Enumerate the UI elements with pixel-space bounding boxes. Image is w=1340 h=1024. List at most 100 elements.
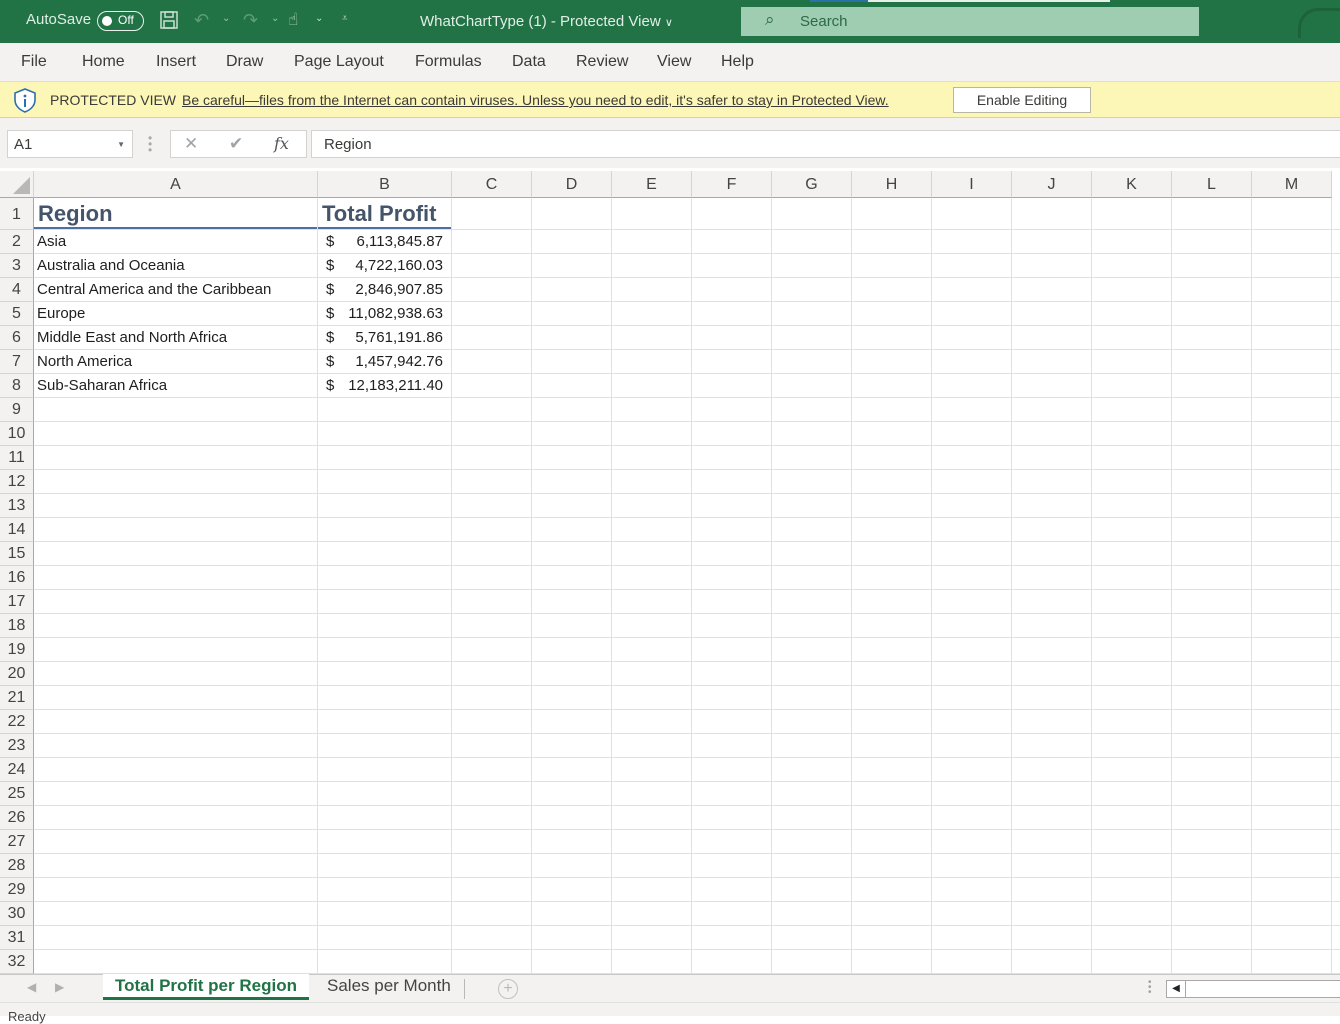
cell-a1-region-header[interactable]: Region — [38, 201, 113, 227]
row-header-2[interactable]: 2 — [0, 230, 34, 254]
row-header-11[interactable]: 11 — [0, 446, 34, 470]
row-header-6[interactable]: 6 — [0, 326, 34, 350]
column-header-b[interactable]: B — [318, 171, 452, 198]
cell-total-profit[interactable]: $11,082,938.63 — [326, 305, 443, 323]
row-header-1[interactable]: 1 — [0, 198, 34, 230]
row-header-25[interactable]: 25 — [0, 782, 34, 806]
formula-input[interactable]: Region — [311, 130, 1340, 158]
row-header-20[interactable]: 20 — [0, 662, 34, 686]
row-header-30[interactable]: 30 — [0, 902, 34, 926]
enable-editing-button[interactable]: Enable Editing — [953, 87, 1091, 113]
row-header-19[interactable]: 19 — [0, 638, 34, 662]
scroll-left-icon[interactable]: ◀ — [1167, 981, 1186, 997]
tab-help[interactable]: Help — [721, 53, 754, 71]
row-header-26[interactable]: 26 — [0, 806, 34, 830]
tab-home[interactable]: Home — [82, 53, 125, 71]
row-header-22[interactable]: 22 — [0, 710, 34, 734]
row-header-23[interactable]: 23 — [0, 734, 34, 758]
row-header-3[interactable]: 3 — [0, 254, 34, 278]
autosave-toggle[interactable]: Off — [97, 11, 144, 31]
worksheet-grid[interactable]: A B C D E F G H I J K L M 1 2 3 4 5 6 7 8 9 10 11 12 13 14 15 16 17 18… — [0, 168, 1340, 974]
row-header-17[interactable]: 17 — [0, 590, 34, 614]
cell-region[interactable]: Middle East and North Africa — [37, 329, 227, 346]
name-box[interactable]: A1 ▼ — [7, 130, 133, 158]
column-header-c[interactable]: C — [452, 171, 532, 198]
cell-total-profit[interactable]: $1,457,942.76 — [326, 353, 443, 371]
undo-icon[interactable]: ↶ — [194, 10, 209, 30]
document-title[interactable]: WhatChartType (1) - Protected View ∨ — [420, 13, 673, 30]
row-header-10[interactable]: 10 — [0, 422, 34, 446]
search-box[interactable]: ⌕ Search — [741, 7, 1199, 36]
cancel-icon[interactable]: ✕ — [184, 134, 198, 154]
column-header-k[interactable]: K — [1092, 171, 1172, 198]
row-header-32[interactable]: 32 — [0, 950, 34, 974]
redo-icon[interactable]: ↷ — [243, 10, 258, 30]
tab-draw[interactable]: Draw — [226, 53, 263, 71]
cell-region[interactable]: Europe — [37, 305, 85, 322]
cell-b1-total-profit-header[interactable]: Total Profit — [322, 201, 436, 227]
customize-toolbar-icon[interactable]: ⩡ — [342, 13, 348, 24]
tab-formulas[interactable]: Formulas — [415, 53, 482, 71]
touch-mode-icon[interactable]: ☝ — [288, 10, 298, 30]
row-header-27[interactable]: 27 — [0, 830, 34, 854]
row-header-7[interactable]: 7 — [0, 350, 34, 374]
row-header-14[interactable]: 14 — [0, 518, 34, 542]
tab-review[interactable]: Review — [576, 53, 628, 71]
row-header-12[interactable]: 12 — [0, 470, 34, 494]
next-sheet-icon[interactable]: ▶ — [55, 980, 64, 994]
cell-region[interactable]: Asia — [37, 233, 66, 250]
horizontal-scrollbar[interactable]: ◀ — [1166, 980, 1340, 998]
row-header-13[interactable]: 13 — [0, 494, 34, 518]
row-header-21[interactable]: 21 — [0, 686, 34, 710]
column-header-m[interactable]: M — [1252, 171, 1332, 198]
add-sheet-icon[interactable]: + — [498, 979, 518, 999]
cell-total-profit[interactable]: $4,722,160.03 — [326, 257, 443, 275]
tab-file[interactable]: File — [21, 53, 47, 71]
touch-mode-dropdown-icon[interactable]: ⌄ — [315, 13, 323, 24]
cell-total-profit[interactable]: $12,183,211.40 — [326, 377, 443, 395]
cell-region[interactable]: Australia and Oceania — [37, 257, 185, 274]
undo-dropdown-icon[interactable]: ⌄ — [222, 13, 230, 24]
row-header-18[interactable]: 18 — [0, 614, 34, 638]
protected-view-message-link[interactable]: Be careful—files from the Internet can c… — [182, 92, 889, 108]
tab-page-layout[interactable]: Page Layout — [294, 53, 384, 71]
sheet-tab-total-profit-per-region[interactable]: Total Profit per Region — [103, 974, 309, 1000]
column-header-j[interactable]: J — [1012, 171, 1092, 198]
column-header-l[interactable]: L — [1172, 171, 1252, 198]
enter-icon[interactable]: ✔ — [229, 134, 243, 154]
column-header-h[interactable]: H — [852, 171, 932, 198]
cell-total-profit[interactable]: $6,113,845.87 — [326, 233, 443, 251]
row-header-15[interactable]: 15 — [0, 542, 34, 566]
row-header-9[interactable]: 9 — [0, 398, 34, 422]
row-header-16[interactable]: 16 — [0, 566, 34, 590]
formula-bar-resize-handle[interactable]: • • • — [148, 132, 152, 156]
name-box-dropdown-icon[interactable]: ▼ — [117, 140, 125, 149]
row-header-29[interactable]: 29 — [0, 878, 34, 902]
sheet-tab-sales-per-month[interactable]: Sales per Month — [315, 974, 463, 1000]
row-header-8[interactable]: 8 — [0, 374, 34, 398]
redo-dropdown-icon[interactable]: ⌄ — [271, 13, 279, 24]
select-all-button[interactable] — [0, 171, 34, 198]
cell-region[interactable]: Central America and the Caribbean — [37, 281, 271, 298]
cell-total-profit[interactable]: $2,846,907.85 — [326, 281, 443, 299]
row-header-4[interactable]: 4 — [0, 278, 34, 302]
cell-total-profit[interactable]: $5,761,191.86 — [326, 329, 443, 347]
tab-insert[interactable]: Insert — [156, 53, 196, 71]
tab-view[interactable]: View — [657, 53, 691, 71]
column-header-a[interactable]: A — [34, 171, 318, 198]
cell-region[interactable]: Sub-Saharan Africa — [37, 377, 167, 394]
row-header-24[interactable]: 24 — [0, 758, 34, 782]
cell-region[interactable]: North America — [37, 353, 132, 370]
save-icon[interactable] — [159, 10, 179, 34]
column-header-i[interactable]: I — [932, 171, 1012, 198]
column-header-f[interactable]: F — [692, 171, 772, 198]
column-header-d[interactable]: D — [532, 171, 612, 198]
insert-function-icon[interactable]: fx — [274, 134, 289, 153]
column-header-e[interactable]: E — [612, 171, 692, 198]
column-header-g[interactable]: G — [772, 171, 852, 198]
row-header-31[interactable]: 31 — [0, 926, 34, 950]
scrollbar-resize-handle[interactable]: • • • — [1148, 978, 1152, 998]
row-header-28[interactable]: 28 — [0, 854, 34, 878]
tab-data[interactable]: Data — [512, 53, 546, 71]
previous-sheet-icon[interactable]: ◀ — [27, 980, 36, 994]
